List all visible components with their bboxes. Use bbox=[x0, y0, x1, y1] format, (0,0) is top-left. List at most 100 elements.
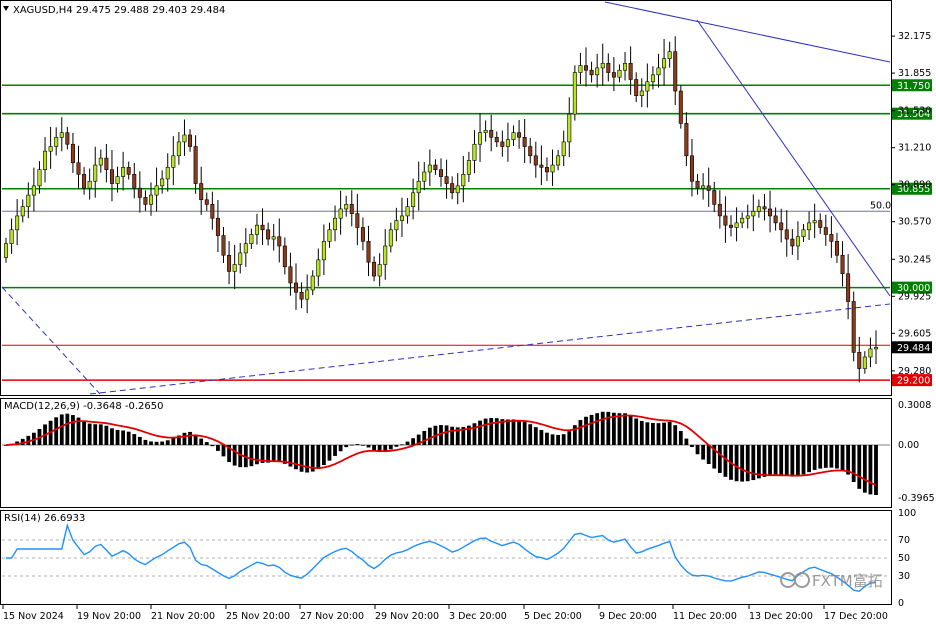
candle-bear bbox=[517, 132, 522, 138]
candle-bull bbox=[249, 234, 254, 244]
macd-bar bbox=[316, 445, 321, 469]
macd-bar bbox=[294, 445, 298, 470]
candle-bull bbox=[505, 139, 510, 147]
macd-bar bbox=[149, 441, 153, 445]
candle-bear bbox=[628, 62, 633, 80]
level-badge-label: 31.750 bbox=[897, 81, 930, 92]
candle-bull bbox=[310, 275, 315, 291]
candle-bull bbox=[478, 132, 483, 145]
macd-bar bbox=[550, 434, 555, 445]
candle-bull bbox=[43, 150, 48, 170]
candle-bear bbox=[126, 167, 131, 175]
macd-bar bbox=[517, 420, 521, 445]
macd-bar bbox=[740, 445, 745, 482]
candle-bear bbox=[589, 69, 594, 76]
macd-bar bbox=[818, 445, 823, 469]
candle-bear bbox=[500, 141, 505, 147]
candle-bull bbox=[550, 164, 555, 173]
macd-bar bbox=[82, 421, 86, 445]
macd-bar bbox=[137, 436, 142, 445]
macd-bar bbox=[305, 445, 310, 473]
candle-bull bbox=[807, 222, 812, 231]
macd-bar bbox=[695, 445, 700, 455]
candle-bull bbox=[243, 243, 248, 254]
macd-bar bbox=[673, 425, 678, 445]
candle-bear bbox=[82, 173, 87, 189]
macd-bar bbox=[628, 415, 633, 445]
macd-bar bbox=[221, 445, 226, 457]
candle-bull bbox=[427, 164, 432, 173]
macd-bar bbox=[796, 445, 800, 476]
rsi-header-text: RSI(14) 26.6933 bbox=[4, 513, 85, 524]
macd-bar bbox=[533, 427, 538, 445]
candle-bear bbox=[438, 169, 443, 177]
candle-bull bbox=[868, 348, 873, 358]
candle-bull bbox=[20, 206, 25, 217]
candle-bull bbox=[617, 69, 622, 78]
candle-bull bbox=[37, 169, 42, 187]
candle-bull bbox=[483, 130, 488, 133]
rsi-panel[interactable] bbox=[0, 510, 892, 605]
macd-bar bbox=[617, 413, 622, 445]
candle-bull bbox=[701, 185, 706, 189]
macd-header-text: MACD(12,26,9) -0.3648 -0.2650 bbox=[4, 401, 164, 412]
candle-bear bbox=[199, 183, 204, 201]
candle-bear bbox=[823, 227, 828, 235]
candle-bull bbox=[238, 252, 243, 265]
macd-bar bbox=[829, 445, 834, 468]
macd-bar bbox=[489, 417, 494, 445]
macd-bar bbox=[121, 430, 126, 445]
candle-bull bbox=[271, 236, 276, 240]
macd-bar bbox=[160, 441, 165, 445]
time-tick-label: 13 Dec 20:00 bbox=[749, 611, 813, 622]
candle-bull bbox=[812, 220, 817, 224]
macd-bar bbox=[450, 426, 455, 445]
trading-chart[interactable]: 31.75031.50430.85530.00029.20029.48450.0… bbox=[0, 0, 936, 624]
macd-bar bbox=[400, 444, 404, 446]
time-tick-label: 11 Dec 20:00 bbox=[673, 611, 737, 622]
candle-bear bbox=[678, 90, 683, 124]
price-tick-label: 29.925 bbox=[898, 291, 931, 302]
candle-bull bbox=[31, 185, 36, 196]
macd-bar bbox=[662, 422, 666, 445]
candle-bull bbox=[254, 224, 259, 235]
macd-bar bbox=[667, 421, 672, 445]
time-tick-label: 3 Dec 20:00 bbox=[449, 611, 507, 622]
candle-bear bbox=[70, 143, 75, 164]
candle-bear bbox=[768, 208, 773, 217]
candle-bear bbox=[433, 164, 438, 170]
candle-bull bbox=[165, 167, 170, 180]
macd-bar bbox=[684, 438, 689, 445]
macd-bar bbox=[126, 431, 131, 445]
candle-bear bbox=[65, 132, 70, 145]
macd-bar bbox=[104, 425, 109, 445]
price-tick-label: 29.280 bbox=[898, 366, 931, 377]
candle-bear bbox=[673, 51, 678, 92]
macd-bar bbox=[366, 445, 371, 448]
time-tick-label: 19 Nov 20:00 bbox=[77, 611, 141, 622]
candle-bull bbox=[316, 259, 321, 277]
price-header-text: XAGUSD,H4 29.475 29.488 29.403 29.484 bbox=[13, 5, 225, 16]
macd-bar bbox=[874, 445, 878, 496]
macd-bar bbox=[210, 445, 215, 447]
candle-bear bbox=[851, 301, 856, 353]
macd-bar bbox=[216, 445, 220, 451]
chart-header: XAGUSD,H4 29.475 29.488 29.403 29.484 bbox=[3, 5, 225, 16]
level-badge-label: 29.200 bbox=[897, 376, 930, 387]
candle-bull bbox=[411, 192, 416, 207]
macd-bar bbox=[427, 427, 432, 445]
candle-bear bbox=[773, 215, 778, 224]
candle-bull bbox=[756, 206, 761, 212]
macd-bar bbox=[299, 445, 304, 472]
candle-bear bbox=[299, 291, 304, 300]
candle-bear bbox=[366, 241, 371, 263]
macd-bar bbox=[762, 445, 767, 477]
candle-bear bbox=[266, 229, 271, 240]
candle-bear bbox=[784, 229, 789, 240]
macd-bar bbox=[65, 413, 70, 445]
candle-bear bbox=[260, 224, 265, 231]
price-tick-label: 32.175 bbox=[898, 31, 931, 42]
macd-bar bbox=[556, 434, 561, 445]
macd-bar bbox=[835, 445, 839, 469]
candle-bull bbox=[160, 178, 165, 187]
